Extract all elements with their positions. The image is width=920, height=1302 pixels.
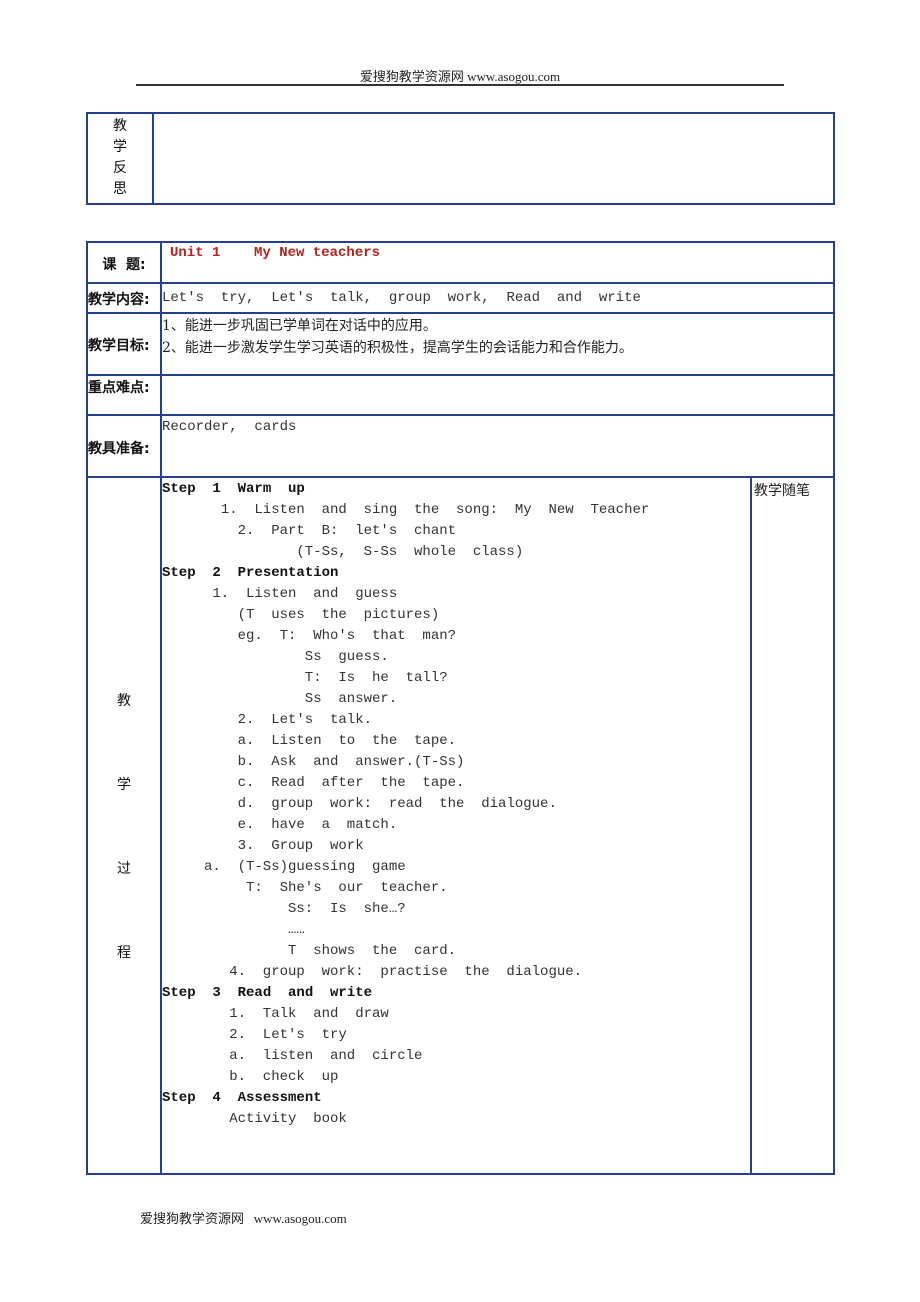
content-label: 教学内容: <box>88 292 150 308</box>
objective-item: 2、能进一步激发学生学习英语的积极性，提高学生的会话能力和合作能力。 <box>162 340 633 356</box>
process-step-line: a. Listen to the tape. <box>237 733 457 749</box>
lesson-table <box>86 241 835 1175</box>
process-step-line: Ss: Is she…? <box>288 901 406 917</box>
process-step-line: b. check up <box>229 1069 339 1085</box>
row-divider <box>86 476 835 478</box>
reflection-table-divider <box>152 112 154 205</box>
process-step-line: e. have a match. <box>237 817 398 833</box>
process-step-line: …… <box>288 922 305 938</box>
process-step-heading: Step 2 Presentation <box>162 565 339 581</box>
reflection-label-char: 反 <box>113 160 127 176</box>
objective-item: 1、能进一步巩固已学单词在对话中的应用。 <box>162 318 437 334</box>
materials-label: 教具准备: <box>88 441 150 457</box>
row-divider <box>86 312 835 314</box>
materials-value: Recorder, cards <box>162 419 297 435</box>
process-step-heading: Step 1 Warm up <box>162 481 305 497</box>
process-label-char: 学 <box>117 777 131 793</box>
lesson-table-notes-divider <box>750 477 752 1175</box>
process-step-line: 3. Group work <box>237 838 364 854</box>
process-step-line: a. (T-Ss)guessing game <box>204 859 406 875</box>
reflection-content[interactable] <box>156 116 832 202</box>
page-footer-text: 爱搜狗教学资源网 www.asogou.com <box>140 1211 347 1226</box>
topic-label: 课 题: <box>102 257 146 273</box>
page-header-text: 爱搜狗教学资源网 www.asogou.com <box>359 69 561 84</box>
process-step-line: Ss answer. <box>304 691 398 707</box>
row-divider <box>86 414 835 416</box>
content-value: Let's try, Let's talk, group work, Read … <box>162 290 641 306</box>
process-step-line: Activity book <box>229 1111 347 1127</box>
header-rule <box>136 84 784 86</box>
process-step-heading: Step 4 Assessment <box>162 1090 322 1106</box>
process-step-line: (T-Ss, S-Ss whole class) <box>296 544 524 560</box>
process-step-line: 1. Talk and draw <box>229 1006 389 1022</box>
process-label-char: 教 <box>117 693 131 709</box>
process-step-line: T shows the card. <box>288 943 457 959</box>
process-step-line: T: Is he tall? <box>304 670 448 686</box>
reflection-label-char: 教 <box>113 118 127 134</box>
process-step-line: 2. Let's try <box>229 1027 347 1043</box>
process-step-line: 4. group work: practise the dialogue. <box>229 964 583 980</box>
topic-value: Unit 1 My New teachers <box>170 245 381 261</box>
process-step-line: d. group work: read the dialogue. <box>237 796 557 812</box>
process-label-char: 程 <box>117 945 131 961</box>
objectives-label: 教学目标: <box>88 338 150 354</box>
process-step-line: (T uses the pictures) <box>237 607 440 623</box>
process-step-heading: Step 3 Read and write <box>162 985 373 1001</box>
process-step-line: eg. T: Who's that man? <box>237 628 457 644</box>
key-points-label: 重点难点: <box>88 380 150 396</box>
reflection-label: 教 学 反 思 <box>88 116 152 200</box>
process-step-line: 1. Listen and sing the song: My New Teac… <box>220 502 650 518</box>
reflection-label-char: 思 <box>113 181 127 197</box>
row-divider <box>86 282 835 284</box>
process-label-char: 过 <box>117 861 131 877</box>
reflection-label-char: 学 <box>113 139 127 155</box>
process-step-line: 2. Part B: let's chant <box>237 523 457 539</box>
process-step-line: Ss guess. <box>304 649 389 665</box>
process-step-line: c. Read after the tape. <box>237 775 465 791</box>
row-divider <box>86 374 835 376</box>
process-step-line: T: She's our teacher. <box>246 880 448 896</box>
process-step-line: a. listen and circle <box>229 1048 423 1064</box>
notes-label: 教学随笔 <box>754 483 810 499</box>
process-step-line: 1. Listen and guess <box>212 586 398 602</box>
process-step-line: b. Ask and answer.(T-Ss) <box>237 754 465 770</box>
process-step-line: 2. Let's talk. <box>237 712 373 728</box>
